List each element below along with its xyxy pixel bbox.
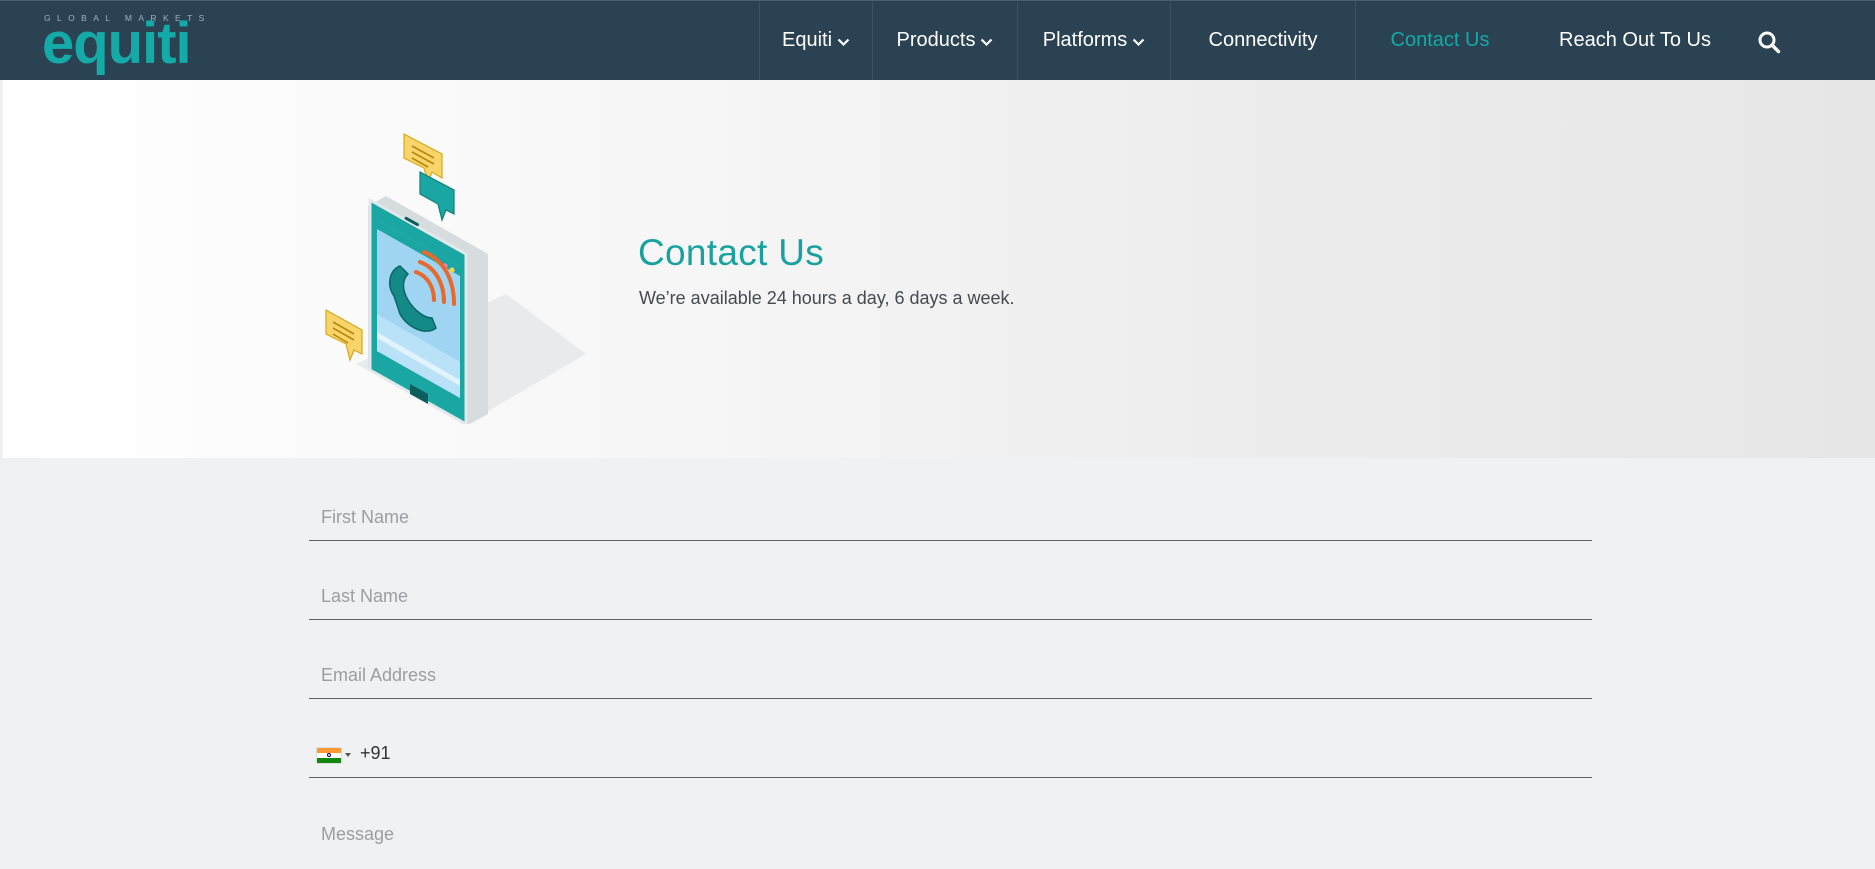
page-title: Contact Us xyxy=(638,232,825,273)
dial-code: +91 xyxy=(360,743,391,763)
nav-item-label: Platforms xyxy=(1042,29,1128,51)
email-input[interactable] xyxy=(309,649,1592,698)
india-flag-icon xyxy=(317,747,341,763)
phone-call-illustration xyxy=(325,133,586,424)
nav-item-platforms[interactable]: Platforms xyxy=(1018,1,1170,80)
country-code-select[interactable] xyxy=(317,747,357,763)
nav-item-label: Equiti xyxy=(781,29,833,51)
phone-input[interactable] xyxy=(309,728,1592,777)
contact-form: +91 xyxy=(0,458,1875,869)
contact-hero-banner: Contact Us We’re available 24 hours a da… xyxy=(3,80,1875,458)
nav-item-equiti[interactable]: Equiti xyxy=(760,1,872,80)
equiti-logo[interactable]: GLOBAL MARKETS equiti xyxy=(42,11,214,76)
nav-item-label: Products xyxy=(896,29,976,51)
first-name-input[interactable] xyxy=(309,491,1592,540)
chevron-down-icon xyxy=(981,38,993,47)
availability-text: We’re available 24 hours a day, 6 days a… xyxy=(639,288,1015,308)
message-field xyxy=(309,810,1592,869)
nav-item-label: Connectivity xyxy=(1208,29,1318,51)
caret-down-icon xyxy=(345,753,351,757)
search-icon[interactable] xyxy=(1757,30,1781,54)
chevron-down-icon xyxy=(837,38,850,47)
nav-item-label: Reach Out To Us xyxy=(1559,29,1711,51)
first-name-field xyxy=(309,491,1592,541)
nav-item-label: Contact Us xyxy=(1390,29,1490,51)
phone-field: +91 xyxy=(309,728,1592,778)
last-name-input[interactable] xyxy=(309,570,1592,619)
email-field xyxy=(309,649,1592,699)
nav-item-connectivity[interactable]: Connectivity xyxy=(1171,1,1355,80)
nav-item-products[interactable]: Products xyxy=(873,1,1017,80)
top-navbar: GLOBAL MARKETS equiti Equiti Products Pl… xyxy=(0,0,1875,80)
chevron-down-icon xyxy=(1132,38,1145,47)
logo-wordmark: equiti xyxy=(42,11,192,76)
message-input[interactable] xyxy=(309,810,1592,869)
nav-item-reach-out[interactable]: Reach Out To Us xyxy=(1530,1,1740,80)
last-name-field xyxy=(309,570,1592,620)
nav-item-contact-us[interactable]: Contact Us xyxy=(1356,1,1524,80)
